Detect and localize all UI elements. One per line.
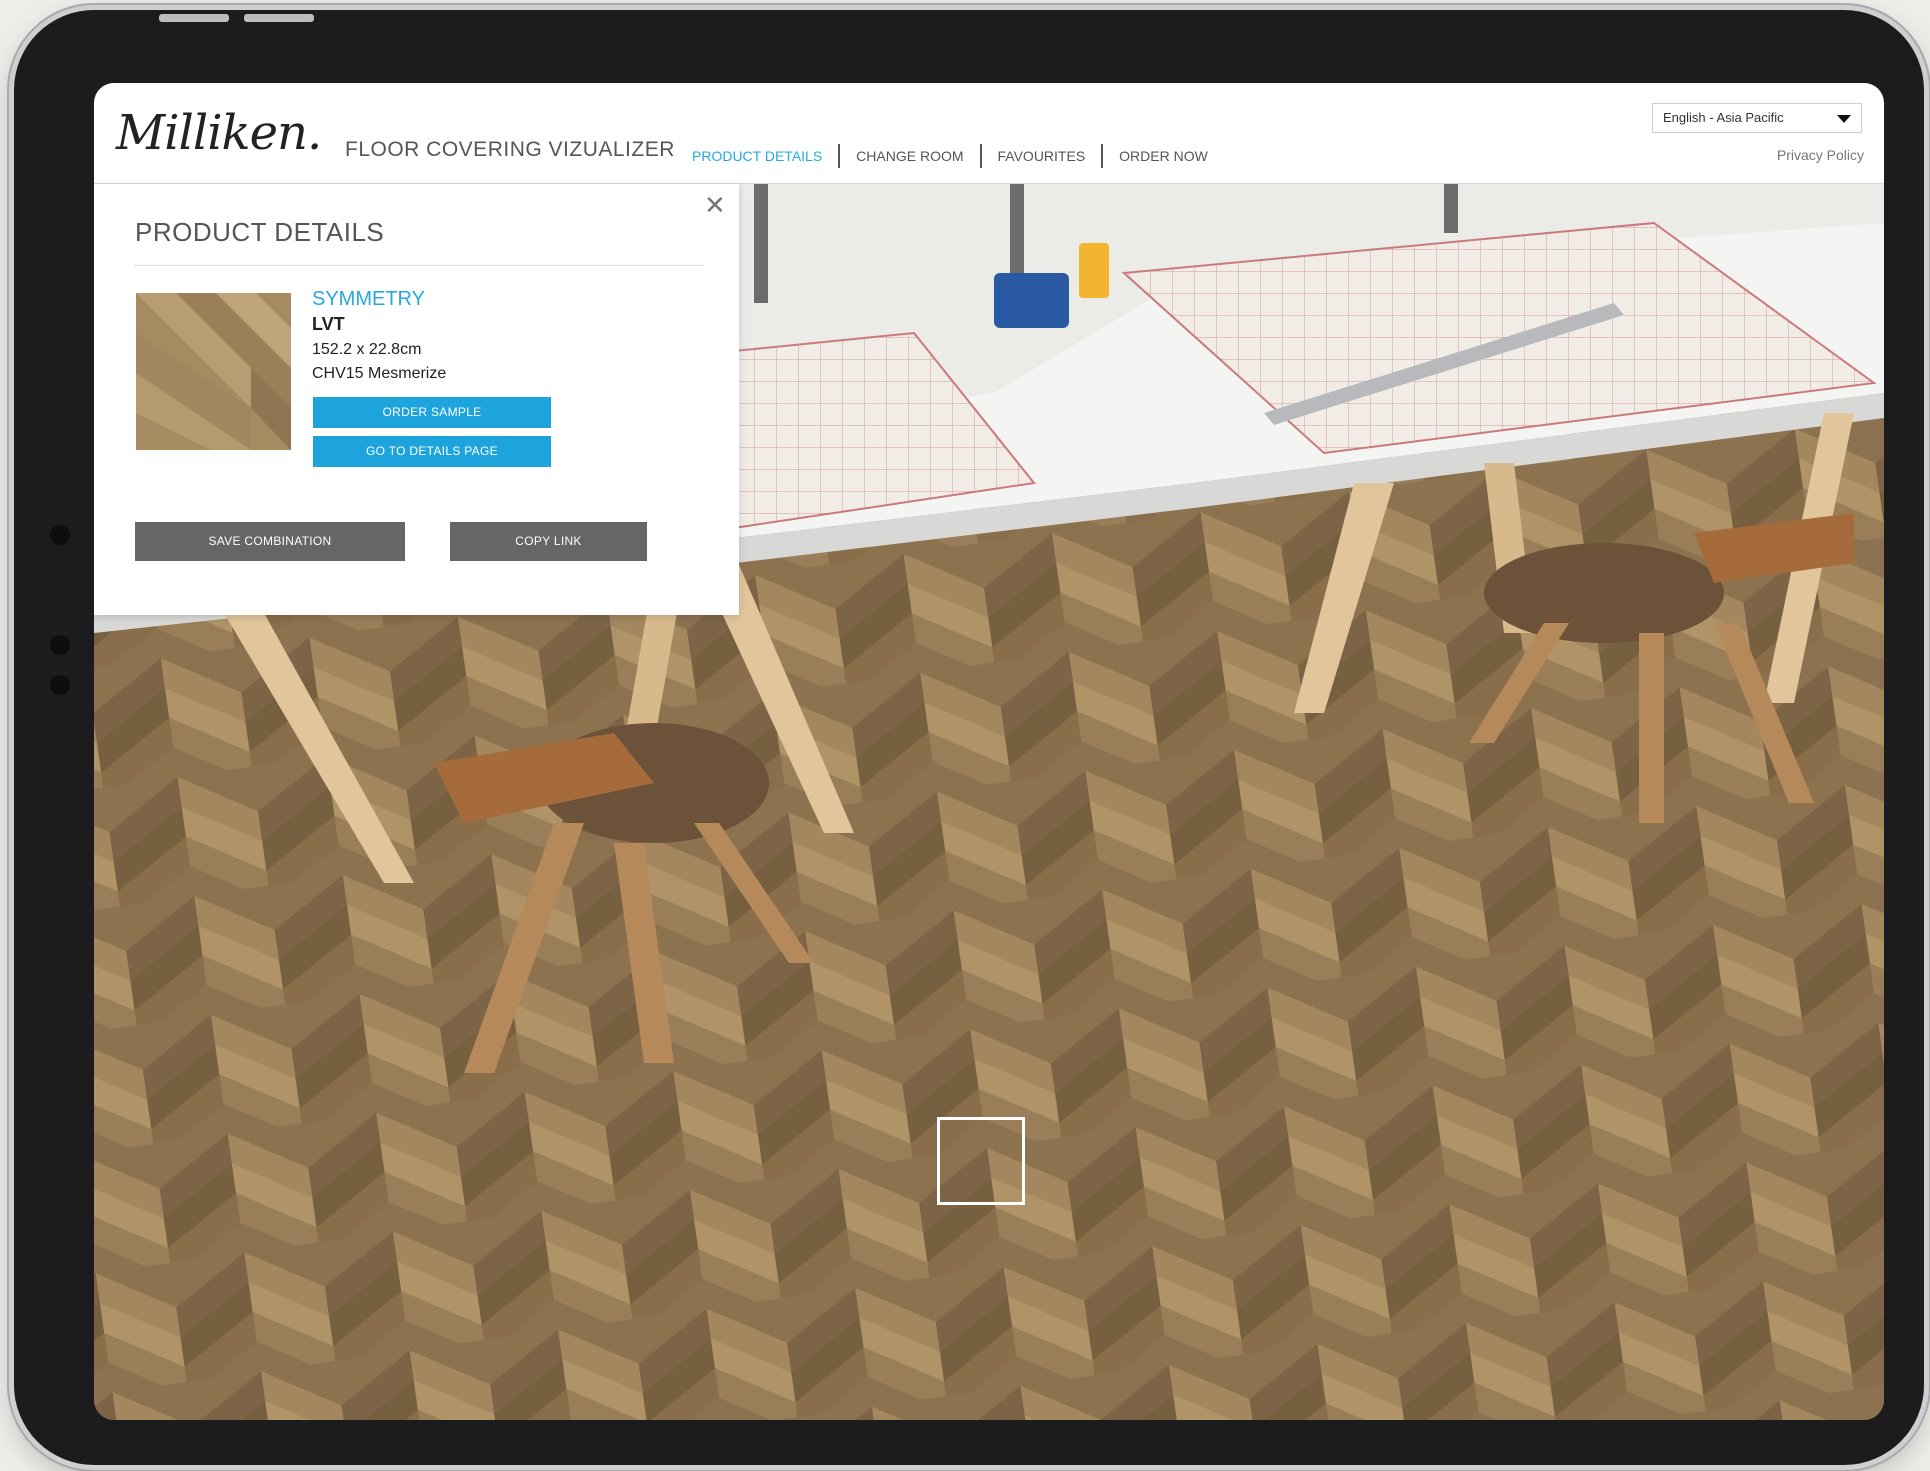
product-size: 152.2 x 22.8cm <box>312 341 422 358</box>
language-value: English - Asia Pacific <box>1663 110 1784 125</box>
nav-order-now[interactable]: ORDER NOW <box>1103 148 1224 164</box>
product-details-panel: PRODUCT DETAILS ✕ SYMMETRY LVT 152.2 x 2… <box>94 184 739 615</box>
nav-favourites[interactable]: FAVOURITES <box>982 148 1102 164</box>
close-icon[interactable]: ✕ <box>704 192 726 218</box>
camera-icon <box>50 525 70 545</box>
main-nav: PRODUCT DETAILS CHANGE ROOM FAVOURITES O… <box>676 144 1224 168</box>
sensor-icon <box>50 675 70 695</box>
order-sample-button[interactable]: ORDER SAMPLE <box>313 397 551 428</box>
divider <box>135 265 703 266</box>
details-page-button[interactable]: GO TO DETAILS PAGE <box>313 436 551 467</box>
sensor-icon <box>50 635 70 655</box>
save-combination-button[interactable]: SAVE COMBINATION <box>135 522 405 561</box>
product-type: LVT <box>312 314 345 334</box>
app-header: Milliken. FLOOR COVERING VIZUALIZER PROD… <box>94 83 1884 184</box>
chevron-down-icon <box>1837 115 1851 123</box>
nav-product-details[interactable]: PRODUCT DETAILS <box>676 148 838 164</box>
floor-select-marker[interactable] <box>937 1117 1025 1205</box>
milliken-logo[interactable]: Milliken. <box>116 105 322 161</box>
privacy-policy-link[interactable]: Privacy Policy <box>1777 147 1864 163</box>
app-screen: Milliken. FLOOR COVERING VIZUALIZER PROD… <box>94 83 1884 1420</box>
product-swatch <box>136 293 291 450</box>
nav-change-room[interactable]: CHANGE ROOM <box>840 148 979 164</box>
panel-title: PRODUCT DETAILS <box>135 217 385 247</box>
volume-button <box>159 14 229 22</box>
copy-link-button[interactable]: COPY LINK <box>450 522 647 561</box>
product-name[interactable]: SYMMETRY <box>312 288 425 311</box>
tablet-frame: Milliken. FLOOR COVERING VIZUALIZER PROD… <box>14 10 1924 1465</box>
app-title: FLOOR COVERING VIZUALIZER <box>345 138 675 161</box>
volume-button <box>244 14 314 22</box>
language-select[interactable]: English - Asia Pacific <box>1652 103 1862 133</box>
product-code: CHV15 Mesmerize <box>312 365 447 382</box>
